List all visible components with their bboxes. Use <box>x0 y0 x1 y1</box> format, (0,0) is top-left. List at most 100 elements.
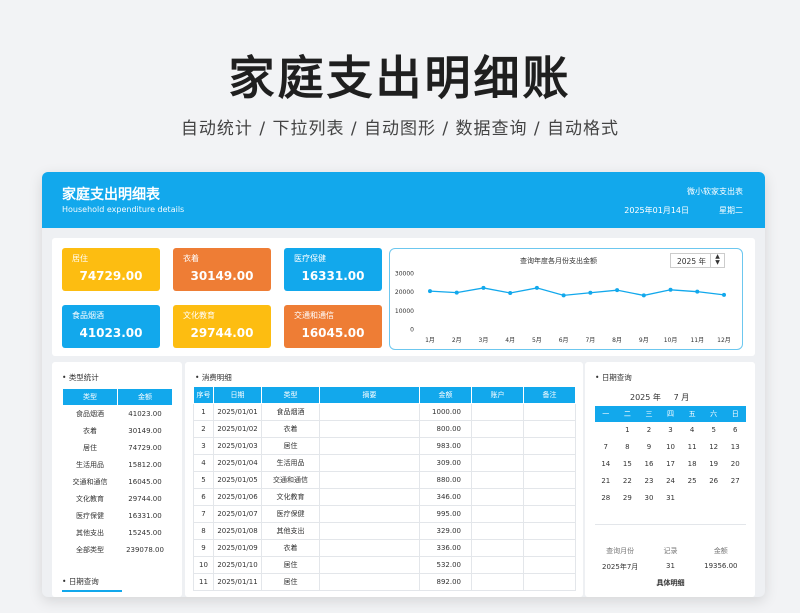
detail-cell[interactable] <box>319 505 420 523</box>
calendar-day[interactable]: 14 <box>595 456 617 473</box>
table-row[interactable]: 4 2025/01/04 生活用品 309.00 <box>193 454 576 472</box>
detail-cell[interactable]: 居住 <box>261 573 320 591</box>
detail-cell[interactable]: 9 <box>193 539 214 557</box>
detail-cell[interactable]: 336.00 <box>419 539 472 557</box>
detail-cell[interactable] <box>471 505 524 523</box>
detail-cell[interactable]: 7 <box>193 505 214 523</box>
calendar-day[interactable]: 17 <box>660 456 682 473</box>
calendar-day[interactable]: 12 <box>703 439 725 456</box>
detail-cell[interactable] <box>523 539 576 557</box>
detail-cell[interactable] <box>523 471 576 489</box>
detail-cell[interactable] <box>471 556 524 574</box>
detail-cell[interactable]: 衣着 <box>261 420 320 438</box>
detail-cell[interactable]: 8 <box>193 522 214 540</box>
detail-cell[interactable]: 衣着 <box>261 539 320 557</box>
detail-cell[interactable]: 800.00 <box>419 420 472 438</box>
detail-cell[interactable] <box>319 471 420 489</box>
calendar-year[interactable]: 2025 年 <box>630 393 661 402</box>
table-row[interactable]: 5 2025/01/05 交通和通信 880.00 <box>193 471 576 489</box>
calendar-day[interactable]: 26 <box>703 473 725 490</box>
detail-cell[interactable]: 2025/01/08 <box>213 522 262 540</box>
calendar-day[interactable]: 4 <box>681 422 703 439</box>
detail-cell[interactable] <box>523 573 576 591</box>
table-row[interactable]: 3 2025/01/03 居住 983.00 <box>193 437 576 455</box>
calendar-day[interactable]: 31 <box>660 490 682 507</box>
calendar-day[interactable]: 20 <box>724 456 746 473</box>
table-row[interactable]: 8 2025/01/08 其他支出 329.00 <box>193 522 576 540</box>
calendar-day[interactable]: 29 <box>617 490 639 507</box>
detail-cell[interactable]: 2025/01/10 <box>213 556 262 574</box>
table-row[interactable]: 7 2025/01/07 医疗保健 995.00 <box>193 505 576 523</box>
table-row[interactable]: 9 2025/01/09 衣着 336.00 <box>193 539 576 557</box>
calendar-day[interactable]: 5 <box>703 422 725 439</box>
table-row[interactable]: 1 2025/01/01 食品烟酒 1000.00 <box>193 403 576 421</box>
detail-cell[interactable] <box>319 454 420 472</box>
detail-cell[interactable]: 10 <box>193 556 214 574</box>
detail-cell[interactable]: 1000.00 <box>419 403 472 421</box>
detail-cell[interactable] <box>523 437 576 455</box>
detail-cell[interactable] <box>319 573 420 591</box>
detail-cell[interactable]: 3 <box>193 437 214 455</box>
detail-cell[interactable] <box>523 454 576 472</box>
detail-cell[interactable]: 11 <box>193 573 214 591</box>
detail-cell[interactable]: 2025/01/04 <box>213 454 262 472</box>
detail-cell[interactable]: 居住 <box>261 437 320 455</box>
detail-cell[interactable] <box>471 403 524 421</box>
detail-cell[interactable]: 532.00 <box>419 556 472 574</box>
detail-cell[interactable]: 交通和通信 <box>261 471 320 489</box>
detail-cell[interactable]: 2025/01/09 <box>213 539 262 557</box>
detail-cell[interactable]: 983.00 <box>419 437 472 455</box>
detail-cell[interactable]: 2025/01/11 <box>213 573 262 591</box>
detail-cell[interactable]: 文化教育 <box>261 488 320 506</box>
calendar-day[interactable]: 19 <box>703 456 725 473</box>
calendar-day[interactable]: 23 <box>638 473 660 490</box>
calendar-day[interactable]: 13 <box>724 439 746 456</box>
detail-cell[interactable] <box>471 488 524 506</box>
detail-cell[interactable]: 2025/01/05 <box>213 471 262 489</box>
calendar-day[interactable]: 24 <box>660 473 682 490</box>
calendar-day[interactable]: 11 <box>681 439 703 456</box>
detail-cell[interactable] <box>471 573 524 591</box>
calendar-day[interactable]: 1 <box>617 422 639 439</box>
detail-cell[interactable] <box>471 522 524 540</box>
detail-cell[interactable] <box>319 437 420 455</box>
detail-cell[interactable] <box>523 420 576 438</box>
calendar-day[interactable]: 2 <box>638 422 660 439</box>
calendar-day[interactable]: 22 <box>617 473 639 490</box>
calendar-day[interactable]: 30 <box>638 490 660 507</box>
detail-cell[interactable]: 346.00 <box>419 488 472 506</box>
detail-cell[interactable] <box>319 420 420 438</box>
calendar-day[interactable]: 27 <box>724 473 746 490</box>
table-row[interactable]: 6 2025/01/06 文化教育 346.00 <box>193 488 576 506</box>
detail-cell[interactable]: 4 <box>193 454 214 472</box>
detail-cell[interactable]: 1 <box>193 403 214 421</box>
detail-cell[interactable]: 2025/01/02 <box>213 420 262 438</box>
detail-cell[interactable]: 其他支出 <box>261 522 320 540</box>
detail-cell[interactable] <box>523 556 576 574</box>
detail-cell[interactable]: 309.00 <box>419 454 472 472</box>
detail-cell[interactable]: 880.00 <box>419 471 472 489</box>
detail-cell[interactable]: 食品烟酒 <box>261 403 320 421</box>
detail-cell[interactable]: 生活用品 <box>261 454 320 472</box>
detail-cell[interactable]: 2 <box>193 420 214 438</box>
detail-cell[interactable] <box>319 556 420 574</box>
calendar-day[interactable]: 25 <box>681 473 703 490</box>
table-row[interactable]: 2 2025/01/02 衣着 800.00 <box>193 420 576 438</box>
detail-cell[interactable] <box>471 539 524 557</box>
calendar-day[interactable]: 15 <box>617 456 639 473</box>
detail-cell[interactable] <box>319 522 420 540</box>
detail-cell[interactable]: 2025/01/01 <box>213 403 262 421</box>
calendar-day[interactable]: 6 <box>724 422 746 439</box>
detail-cell[interactable] <box>319 539 420 557</box>
detail-cell[interactable]: 医疗保健 <box>261 505 320 523</box>
detail-cell[interactable]: 892.00 <box>419 573 472 591</box>
calendar-day[interactable]: 18 <box>681 456 703 473</box>
detail-cell[interactable] <box>523 505 576 523</box>
detail-cell[interactable]: 居住 <box>261 556 320 574</box>
detail-cell[interactable]: 6 <box>193 488 214 506</box>
calendar-day[interactable]: 7 <box>595 439 617 456</box>
table-row[interactable]: 11 2025/01/11 居住 892.00 <box>193 573 576 591</box>
detail-cell[interactable]: 329.00 <box>419 522 472 540</box>
calendar-day[interactable]: 21 <box>595 473 617 490</box>
detail-cell[interactable] <box>523 488 576 506</box>
